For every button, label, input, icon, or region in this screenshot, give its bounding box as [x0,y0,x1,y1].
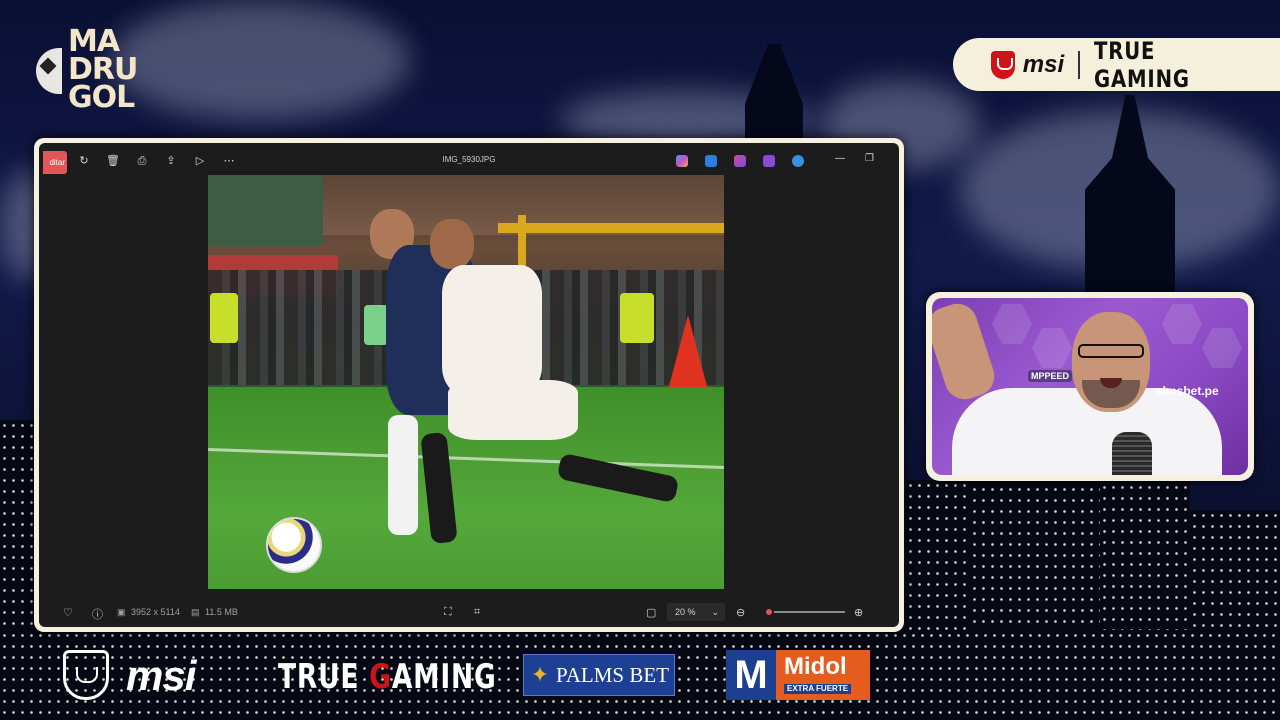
player-white-kit [442,265,542,395]
zoom-slider[interactable] [764,607,845,617]
info-icon[interactable]: ⓘ [92,606,103,622]
photos-toolbar: ditar ↻ 🗑 ⎙ ⇪ ▷ ⋯ IMG_5930JPG — ❐ [39,143,899,174]
palms-bet-wordmark: PALMS BET [556,662,670,687]
visual-search-icon[interactable]: ⌗ [474,606,480,619]
zoom-dropdown[interactable]: 20 % ⌄ [667,603,725,621]
player-head [430,219,474,269]
file-size-icon: ▤ [191,607,200,617]
designer-icon[interactable] [705,155,717,167]
clipchamp-icon[interactable] [734,155,746,167]
chevron-down-icon: ⌄ [711,607,719,617]
palms-bet-logo: ✦ PALMS BET [523,654,675,696]
soccer-ball [266,517,322,573]
logo-text-line-3: GOL [68,80,135,115]
msi-dragon-shield-icon [63,650,109,700]
midol-m-mark: M [726,650,776,700]
msi-true-gaming-banner: msi TRUE GAMING [953,36,1280,93]
msi-wordmark: msi [1022,50,1065,78]
msi-dragon-icon [991,50,1015,79]
image-dimensions: 3952 x 5114 [131,607,180,617]
midol-subtitle: EXTRA FUERTE [784,684,852,694]
midol-wordmark: Midol [784,653,847,680]
true-gaming-wordmark: TRUE GAMING [1094,36,1190,93]
webcam-feed: MPPEED almsbet.pe [932,298,1248,475]
msi-logo: msi [126,652,196,699]
divider [1078,50,1081,79]
background-badge: MPPEED [1028,370,1073,382]
photos-statusbar: ♡ ⓘ ▣ 3952 x 5114 ▤ 11.5 MB ⛶ ⌗ ▢ 20 % ⌄… [39,597,899,627]
favorite-icon[interactable]: ♡ [63,606,73,619]
zoom-in-icon[interactable]: ⊕ [854,606,863,619]
palm-tree-icon: ✦ [530,662,550,687]
zoom-out-icon[interactable]: ⊖ [736,606,745,619]
madrugol-logo: MA DRU GOL [36,27,148,120]
onedrive-icon[interactable] [792,155,804,167]
zoom-value: 20 % [675,607,696,617]
photos-app-window: ditar ↻ 🗑 ⎙ ⇪ ▷ ⋯ IMG_5930JPG — ❐ ♡ ⓘ ▣ … [39,143,899,627]
true-gaming-logo: TRUE GAMING [278,657,497,697]
background-watermark: almsbet.pe [1156,384,1219,398]
soccer-ball-icon [36,48,62,94]
webcam-frame: MPPEED almsbet.pe [926,292,1254,481]
glasses [1078,344,1144,358]
midol-logo: M Midol EXTRA FUERTE [726,650,870,700]
streamer-arm [932,298,1000,405]
app-icon[interactable] [763,155,775,167]
fit-to-window-icon[interactable]: ▢ [646,606,656,619]
image-dimensions-icon: ▣ [117,607,126,617]
restore-icon[interactable]: ❐ [865,153,874,164]
zoom-slider-thumb[interactable] [764,607,774,617]
file-size: 11.5 MB [205,607,238,617]
crop-icon[interactable]: ⛶ [444,606,452,619]
photos-window-frame: ditar ↻ 🗑 ⎙ ⇪ ▷ ⋯ IMG_5930JPG — ❐ ♡ ⓘ ▣ … [34,138,904,632]
minimize-icon[interactable]: — [835,153,845,164]
copilot-icon[interactable] [676,155,688,167]
soccer-photo [208,175,724,589]
microphone [1112,432,1152,475]
